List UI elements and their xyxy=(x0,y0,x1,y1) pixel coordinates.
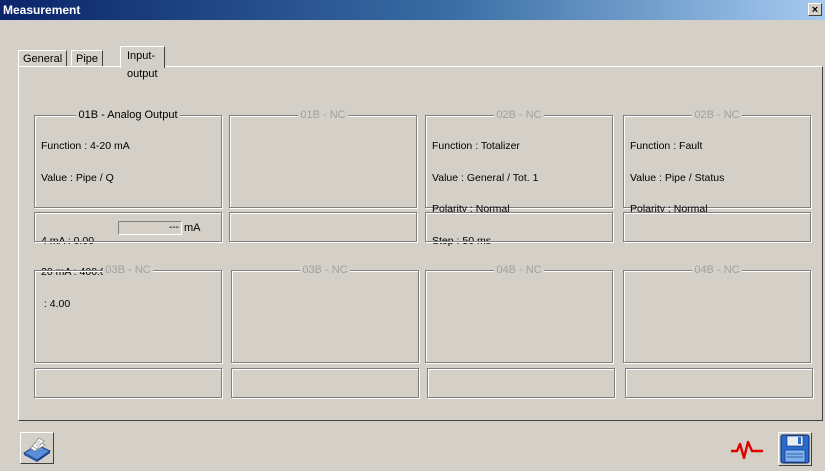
readout-box-04b-b xyxy=(625,368,813,398)
readout-box-04b-a xyxy=(427,368,615,398)
group-03b-nc-a: 03B - NC xyxy=(34,264,222,363)
signal-pulse-icon[interactable] xyxy=(730,440,764,460)
save-disk-icon xyxy=(780,434,810,464)
group-02b-fault: 02B - NC Function : Fault Value : Pipe /… xyxy=(623,109,811,214)
tab-input-output[interactable]: Input-output xyxy=(120,46,165,80)
tab-general[interactable]: General xyxy=(18,50,68,67)
group-details: Function : Totalizer Value : General / T… xyxy=(432,140,539,247)
measurement-window: Measurement × General Pipe Input-output … xyxy=(0,0,825,471)
group-title: 04B - NC xyxy=(692,264,742,276)
readout-box-02b-a xyxy=(425,212,613,242)
tab-panel-input-output: 01B - Analog Output Function : 4-20 mA V… xyxy=(18,66,823,421)
readout-box-03b-b xyxy=(231,368,419,398)
save-button[interactable] xyxy=(778,432,812,466)
close-button[interactable]: × xyxy=(808,3,822,16)
readout-box-01b: --- mA xyxy=(34,212,222,242)
group-04b-nc-b: 04B - NC xyxy=(623,264,811,363)
group-title: 03B - NC xyxy=(103,264,153,276)
group-title: 03B - NC xyxy=(300,264,350,276)
window-title: Measurement xyxy=(3,3,81,17)
group-04b-nc-a: 04B - NC xyxy=(425,264,613,363)
group-title: 01B - NC xyxy=(298,109,348,121)
readout-box-01b-nc xyxy=(229,212,417,242)
bottom-toolbar xyxy=(0,424,825,471)
group-01b-analog-output: 01B - Analog Output Function : 4-20 mA V… xyxy=(34,109,222,309)
print-icon xyxy=(22,437,52,462)
analog-value-field: --- xyxy=(118,221,182,235)
readout-box-02b-b xyxy=(623,212,811,242)
group-03b-nc-b: 03B - NC xyxy=(231,264,419,363)
print-button[interactable] xyxy=(20,432,54,464)
group-02b-totalizer: 02B - NC Function : Totalizer Value : Ge… xyxy=(425,109,613,246)
tab-pipe[interactable]: Pipe xyxy=(71,50,104,67)
group-01b-nc: 01B - NC xyxy=(229,109,417,208)
unit-label: mA xyxy=(184,222,201,234)
group-title: 04B - NC xyxy=(494,264,544,276)
readout-box-03b-a xyxy=(34,368,222,398)
title-bar: Measurement × xyxy=(0,0,825,20)
